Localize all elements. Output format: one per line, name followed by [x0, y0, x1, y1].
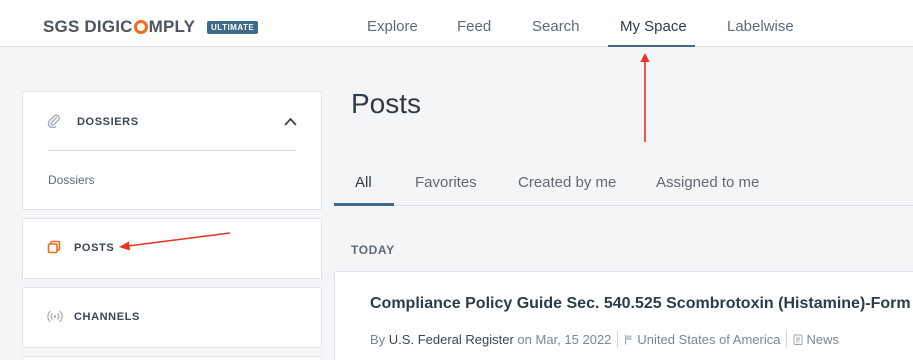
posts-panel[interactable]	[22, 218, 322, 279]
post-date: Mar, 15 2022	[535, 331, 612, 347]
tab-favorites[interactable]: Favorites	[415, 174, 477, 191]
post-by-label: By	[370, 331, 386, 347]
dossiers-title[interactable]: DOSSIERS	[77, 116, 139, 128]
arrow-to-my-space	[640, 53, 650, 142]
channels-title[interactable]: CHANNELS	[74, 311, 140, 323]
document-icon	[793, 334, 803, 345]
ultimate-badge: ULTIMATE	[207, 21, 259, 34]
top-navigation-bar: SGS DIGIC MPLY ULTIMATE Explore Feed Sear…	[0, 0, 913, 47]
next-sidebar-panel	[22, 356, 322, 360]
logo-text-left: SGS DIGIC	[43, 17, 133, 36]
post-type: News	[806, 331, 839, 347]
posts-icon	[47, 240, 61, 254]
tab-assigned-to-me[interactable]: Assigned to me	[656, 174, 759, 191]
posts-title[interactable]: POSTS	[74, 242, 114, 254]
flag-icon	[625, 334, 633, 344]
nav-labelwise[interactable]: Labelwise	[727, 18, 794, 35]
meta-separator	[617, 331, 619, 347]
chevron-up-icon[interactable]	[284, 117, 297, 126]
logo-o-ring-icon	[133, 20, 148, 34]
page-title: Posts	[351, 88, 422, 119]
meta-separator	[786, 331, 788, 347]
nav-active-indicator	[608, 45, 695, 47]
nav-search[interactable]: Search	[532, 18, 580, 35]
tabs-baseline	[334, 205, 913, 206]
tab-created-by-me[interactable]: Created by me	[518, 174, 616, 191]
nav-explore[interactable]: Explore	[367, 18, 418, 35]
post-title[interactable]: Compliance Policy Guide Sec. 540.525 Sco…	[370, 295, 911, 313]
sgs-digicomply-logo[interactable]: SGS DIGIC MPLY	[43, 17, 195, 37]
post-country[interactable]: United States of America	[637, 332, 780, 347]
logo-text-right: MPLY	[148, 17, 196, 36]
dossiers-divider	[48, 150, 296, 151]
post-on-label: on	[517, 331, 532, 347]
post-meta: By U.S. Federal Register on Mar, 15 2022…	[370, 331, 839, 347]
tab-active-indicator	[334, 203, 394, 206]
channels-panel[interactable]	[22, 287, 322, 348]
dossiers-sub-item[interactable]: Dossiers	[48, 173, 95, 187]
nav-feed[interactable]: Feed	[457, 18, 491, 35]
paperclip-icon	[47, 114, 60, 128]
post-source[interactable]: U.S. Federal Register	[389, 332, 514, 347]
section-label-today: TODAY	[351, 243, 395, 257]
nav-my-space[interactable]: My Space	[620, 18, 687, 35]
tab-all[interactable]: All	[355, 174, 372, 191]
broadcast-icon	[47, 310, 63, 323]
